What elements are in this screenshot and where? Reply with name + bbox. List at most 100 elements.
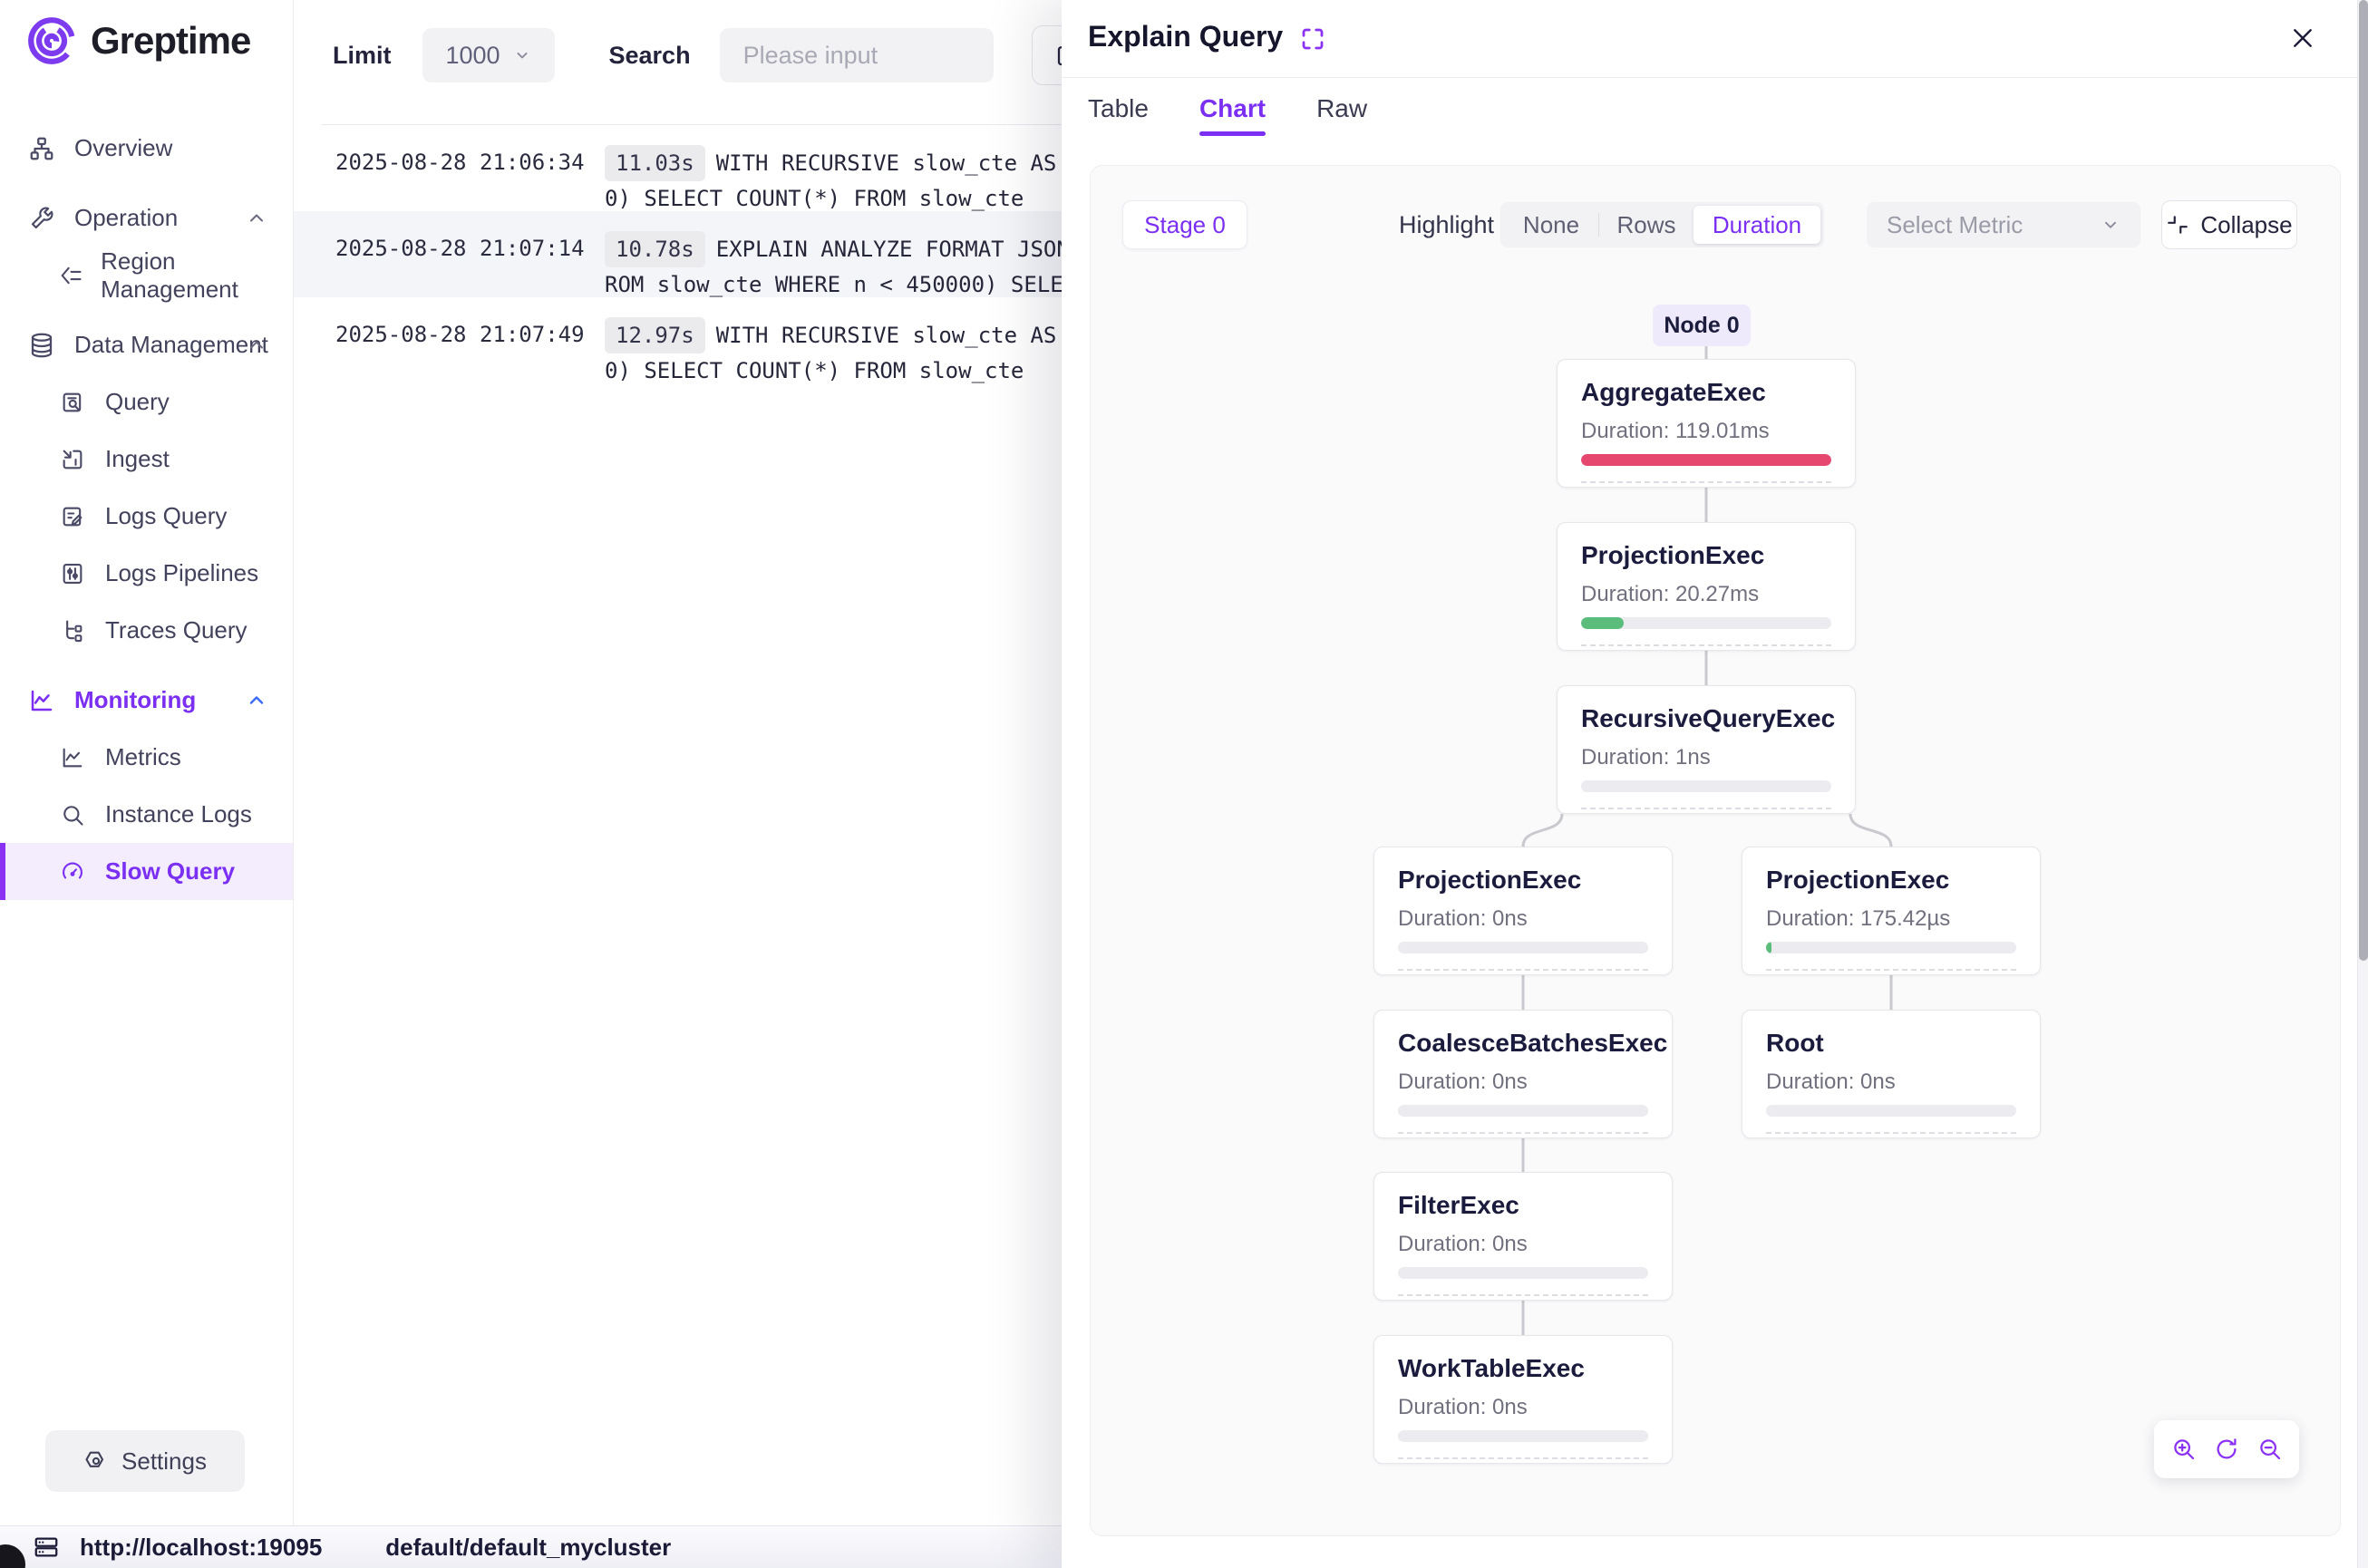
limit-label: Limit [333,42,392,70]
query-text: 12.97sWITH RECURSIVE slow_cte AS (SELE0)… [605,317,1062,388]
panel-header: Explain Query [1062,0,2368,78]
reset-zoom-icon[interactable] [2213,1436,2240,1463]
region-management-icon [54,263,86,288]
query-text: 10.78sEXPLAIN ANALYZE FORMAT JSON WITHRO… [605,231,1062,302]
traces-query-icon [54,618,91,644]
highlight-segmented-control: None Rows Duration [1500,202,1824,247]
slow-query-row[interactable]: 2025-08-28 21:07:14 10.78sEXPLAIN ANALYZ… [294,211,1062,297]
duration-badge: 10.78s [605,231,705,267]
sidebar-item-label: Metrics [105,743,181,771]
node-divider [1581,644,1831,646]
plan-node-projection-exec-left[interactable]: ProjectionExec Duration: 0ns [1373,847,1673,975]
instance-logs-icon [54,802,91,828]
overview-icon [24,135,60,162]
duration-bar [1581,617,1831,629]
slow-query-row[interactable]: 2025-08-28 21:07:49 12.97sWITH RECURSIVE… [294,297,1062,383]
duration-bar [1581,780,1831,792]
query-timestamp: 2025-08-28 21:07:14 [335,231,605,266]
tab-chart[interactable]: Chart [1199,94,1266,136]
fullscreen-icon[interactable] [1299,25,1326,53]
chevron-up-icon[interactable] [246,334,267,356]
chevron-up-icon[interactable] [246,690,267,711]
plan-node-root[interactable]: Root Duration: 0ns [1742,1010,2041,1138]
collapse-button[interactable]: Collapse [2161,200,2297,249]
node-duration: Duration: 0ns [1398,906,1648,932]
zoom-out-icon[interactable] [2256,1436,2284,1463]
node-badge: Node 0 [1653,305,1751,346]
sidebar-item-label: Logs Query [105,502,227,530]
node-divider [1398,1294,1648,1296]
wrench-icon [24,205,60,232]
node-duration: Duration: 0ns [1766,1070,2016,1095]
highlight-option-none[interactable]: None [1504,206,1598,244]
query-icon [54,390,91,415]
sidebar-item-label: Logs Pipelines [105,559,258,587]
search-label: Search [609,42,691,70]
server-url[interactable]: http://localhost:19095 [80,1534,322,1562]
sidebar-item-data-management[interactable]: Data Management [0,316,293,373]
sidebar: Greptime Overview Operation [0,0,294,1525]
panel-tabs: Table Chart Raw [1088,94,1367,136]
sidebar-item-query[interactable]: Query [0,373,293,431]
sidebar-item-traces-query[interactable]: Traces Query [0,602,293,659]
settings-button[interactable]: Settings [45,1430,245,1492]
sidebar-item-metrics[interactable]: Metrics [0,729,293,786]
tab-table[interactable]: Table [1088,94,1149,136]
highlight-option-duration[interactable]: Duration [1694,206,1820,244]
plan-node-aggregate-exec[interactable]: AggregateExec Duration: 119.01ms [1557,359,1856,488]
limit-value: 1000 [445,42,500,70]
sidebar-item-overview[interactable]: Overview [0,120,293,177]
sidebar-item-logs-query[interactable]: Logs Query [0,488,293,545]
sidebar-item-monitoring[interactable]: Monitoring [0,672,293,729]
plan-node-projection-exec-right[interactable]: ProjectionExec Duration: 175.42µs [1742,847,2041,975]
duration-bar [1766,942,2016,953]
search-input[interactable] [720,28,994,82]
collapse-label: Collapse [2200,211,2292,239]
cluster-name[interactable]: default/default_mycluster [385,1534,671,1562]
zoom-in-icon[interactable] [2170,1436,2198,1463]
duration-badge: 11.03s [605,145,705,181]
brand-logo: Greptime [24,13,250,69]
calendar-clock-icon [1054,42,1062,69]
highlight-label: Highlight [1399,211,1494,239]
query-timestamp: 2025-08-28 21:06:34 [335,145,605,179]
sidebar-item-label: Monitoring [74,686,196,714]
close-icon[interactable] [2288,24,2317,53]
time-range-button[interactable]: Last [1032,25,1062,85]
settings-label: Settings [121,1447,207,1476]
plan-node-projection-exec[interactable]: ProjectionExec Duration: 20.27ms [1557,522,1856,651]
collapse-icon [2166,213,2189,237]
chevron-up-icon[interactable] [246,208,267,229]
node-divider [1398,969,1648,971]
sidebar-item-label: Overview [74,134,172,162]
plan-node-work-table-exec[interactable]: WorkTableExec Duration: 0ns [1373,1335,1673,1464]
stage-button[interactable]: Stage 0 [1122,200,1247,249]
slow-query-row[interactable]: 2025-08-28 21:06:34 11.03sWITH RECURSIVE… [294,125,1062,211]
scrollbar[interactable] [2357,0,2368,1568]
monitoring-icon [24,687,60,714]
database-icon [24,332,60,359]
sidebar-nav: Overview Operation Region Management [0,120,293,900]
sidebar-item-logs-pipelines[interactable]: Logs Pipelines [0,545,293,602]
scrollbar-thumb[interactable] [2359,0,2368,961]
plan-node-coalesce-batches-exec[interactable]: CoalesceBatchesExec Duration: 0ns [1373,1010,1673,1138]
sidebar-item-label: Operation [74,204,178,232]
metric-select[interactable]: Select Metric [1867,202,2140,247]
brand-name: Greptime [91,19,250,63]
tab-raw[interactable]: Raw [1316,94,1367,136]
sidebar-item-operation[interactable]: Operation [0,189,293,247]
highlight-option-rows[interactable]: Rows [1599,206,1694,244]
limit-select[interactable]: 1000 [422,28,555,82]
sidebar-item-instance-logs[interactable]: Instance Logs [0,786,293,843]
plan-chart-card: Stage 0 Highlight None Rows Duration Sel… [1090,165,2341,1536]
sidebar-item-region-management[interactable]: Region Management [0,247,293,304]
sidebar-item-slow-query[interactable]: Slow Query [0,843,293,900]
slow-query-list: 2025-08-28 21:06:34 11.03sWITH RECURSIVE… [294,125,1062,383]
node-divider [1581,481,1831,483]
sidebar-item-label: Query [105,388,170,416]
plan-node-filter-exec[interactable]: FilterExec Duration: 0ns [1373,1172,1673,1301]
plan-node-recursive-query-exec[interactable]: RecursiveQueryExec Duration: 1ns [1557,685,1856,814]
duration-bar [1398,1267,1648,1279]
sidebar-item-ingest[interactable]: Ingest [0,431,293,488]
query-timestamp: 2025-08-28 21:07:49 [335,317,605,352]
